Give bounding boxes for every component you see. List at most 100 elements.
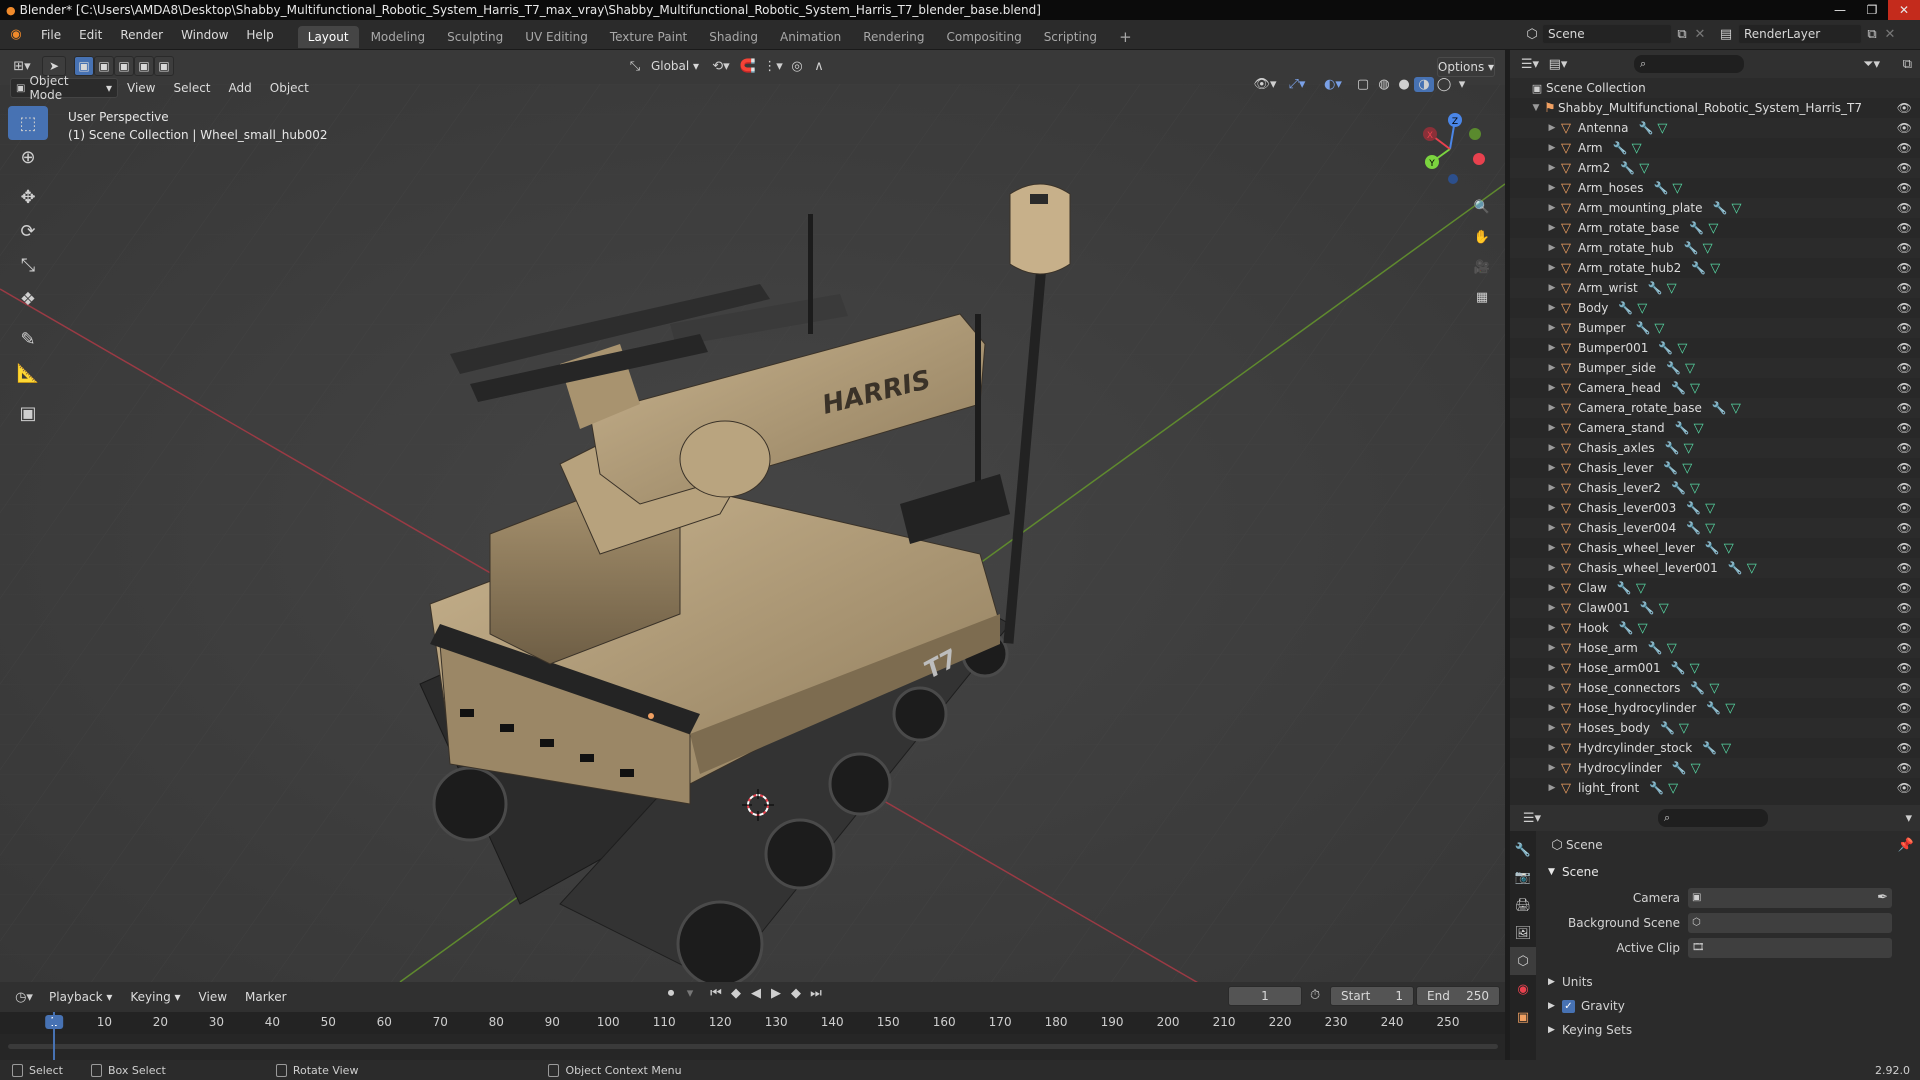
expand-right-icon[interactable]: ▶ xyxy=(1546,703,1558,713)
falloff-icon[interactable]: ∧ xyxy=(808,59,830,74)
outliner-item[interactable]: ▶ ▽ Bumper 🔧 ▽ 👁 xyxy=(1510,318,1920,338)
modifier-wrench-icon[interactable]: 🔧 xyxy=(1663,461,1678,475)
expand-right-icon[interactable]: ▶ xyxy=(1546,403,1558,413)
modifier-wrench-icon[interactable]: 🔧 xyxy=(1686,521,1701,535)
minimize-button[interactable]: — xyxy=(1824,0,1856,20)
modifier-wrench-icon[interactable]: 🔧 xyxy=(1648,641,1663,655)
shading-material-icon[interactable]: ◑ xyxy=(1414,77,1434,92)
visibility-eye-icon[interactable]: 👁 xyxy=(1897,101,1912,115)
current-frame-field[interactable]: 1 xyxy=(1228,986,1302,1006)
camera-view-icon[interactable]: 🎥 xyxy=(1468,252,1496,282)
outliner-item[interactable]: ▶ ▽ Claw 🔧 ▽ 👁 xyxy=(1510,578,1920,598)
visibility-eye-icon[interactable]: 👁 xyxy=(1897,521,1912,535)
start-frame-field[interactable]: Start 1 xyxy=(1330,986,1414,1006)
zoom-icon[interactable]: 🔍 xyxy=(1468,192,1496,222)
tab-layout[interactable]: Layout xyxy=(297,25,359,48)
mode-dropdown[interactable]: ▣ Object Mode ▾ xyxy=(10,74,118,102)
mesh-data-icon[interactable]: ▽ xyxy=(1721,741,1731,756)
mesh-data-icon[interactable]: ▽ xyxy=(1685,361,1695,376)
mesh-data-icon[interactable]: ▽ xyxy=(1705,521,1715,536)
modifier-wrench-icon[interactable]: 🔧 xyxy=(1671,661,1686,675)
visibility-eye-icon[interactable]: 👁 xyxy=(1897,241,1912,255)
select-intersect-icon[interactable]: ▣ xyxy=(134,56,154,76)
mesh-data-icon[interactable]: ▽ xyxy=(1639,161,1649,176)
modifier-wrench-icon[interactable]: 🔧 xyxy=(1671,481,1686,495)
outliner-item[interactable]: ▶ ▽ Chasis_lever003 🔧 ▽ 👁 xyxy=(1510,498,1920,518)
outliner-item[interactable]: ▶ ▽ Body 🔧 ▽ 👁 xyxy=(1510,298,1920,318)
delete-scene-icon[interactable]: ✕ xyxy=(1692,27,1708,42)
outliner-item[interactable]: ▶ ▽ Camera_head 🔧 ▽ 👁 xyxy=(1510,378,1920,398)
expand-right-icon[interactable]: ▶ xyxy=(1546,643,1558,653)
visibility-eye-icon[interactable]: 👁 xyxy=(1897,201,1912,215)
record-icon[interactable]: ⏺ xyxy=(660,986,682,1001)
outliner-item[interactable]: ▶ ▽ Hose_arm 🔧 ▽ 👁 xyxy=(1510,638,1920,658)
modifier-wrench-icon[interactable]: 🔧 xyxy=(1649,781,1664,795)
tool-tab-icon[interactable]: 🔧 xyxy=(1510,837,1536,863)
expand-right-icon[interactable]: ▶ xyxy=(1546,423,1558,433)
outliner-item[interactable]: ▶ ▽ Chasis_lever 🔧 ▽ 👁 xyxy=(1510,458,1920,478)
modifier-wrench-icon[interactable]: 🔧 xyxy=(1672,761,1687,775)
copy-scene-icon[interactable]: ⧉ xyxy=(1672,27,1692,42)
outliner-item[interactable]: ▶ ▽ light_front 🔧 ▽ 👁 xyxy=(1510,778,1920,798)
outliner-item[interactable]: ▶ ▽ Chasis_lever2 🔧 ▽ 👁 xyxy=(1510,478,1920,498)
mesh-data-icon[interactable]: ▽ xyxy=(1725,701,1735,716)
visibility-eye-icon[interactable]: 👁 xyxy=(1897,541,1912,555)
modifier-wrench-icon[interactable]: 🔧 xyxy=(1658,341,1673,355)
timeline-scrollbar[interactable] xyxy=(8,1044,1498,1049)
modifier-wrench-icon[interactable]: 🔧 xyxy=(1613,141,1628,155)
visibility-eye-icon[interactable]: 👁 xyxy=(1897,661,1912,675)
modifier-wrench-icon[interactable]: 🔧 xyxy=(1684,241,1699,255)
gravity-section[interactable]: ▶ ✓ Gravity xyxy=(1542,994,1914,1018)
outliner-item[interactable]: ▶ ▽ Camera_stand 🔧 ▽ 👁 xyxy=(1510,418,1920,438)
mesh-data-icon[interactable]: ▽ xyxy=(1667,641,1677,656)
select-invert-icon[interactable]: ▣ xyxy=(154,56,174,76)
world-tab-icon[interactable]: ◉ xyxy=(1510,975,1536,1003)
expand-right-icon[interactable]: ▶ xyxy=(1546,583,1558,593)
close-button[interactable]: ✕ xyxy=(1888,0,1920,20)
visibility-eye-icon[interactable]: 👁 xyxy=(1897,301,1912,315)
viewport-menu-object[interactable]: Object xyxy=(261,77,318,99)
pin-icon[interactable]: 📌 xyxy=(1898,838,1914,853)
mesh-data-icon[interactable]: ▽ xyxy=(1637,301,1647,316)
tab-animation[interactable]: Animation xyxy=(770,26,851,48)
visibility-eye-icon[interactable]: 👁 xyxy=(1897,461,1912,475)
transform-orientation-dropdown[interactable]: Global ▾ xyxy=(644,56,706,76)
scale-tool-icon[interactable]: ⤡ xyxy=(8,248,48,282)
expand-right-icon[interactable]: ▶ xyxy=(1546,323,1558,333)
eyedropper-icon[interactable]: ✒ xyxy=(1877,890,1888,905)
expand-right-icon[interactable]: ▶ xyxy=(1546,283,1558,293)
expand-right-icon[interactable]: ▶ xyxy=(1546,343,1558,353)
modifier-wrench-icon[interactable]: 🔧 xyxy=(1618,301,1633,315)
tab-shading[interactable]: Shading xyxy=(699,26,768,48)
expand-right-icon[interactable]: ▶ xyxy=(1546,143,1558,153)
expand-right-icon[interactable]: ▶ xyxy=(1546,523,1558,533)
mesh-data-icon[interactable]: ▽ xyxy=(1709,681,1719,696)
background-scene-field[interactable]: ⬡ xyxy=(1688,912,1892,933)
modifier-wrench-icon[interactable]: 🔧 xyxy=(1689,221,1704,235)
visibility-eye-icon[interactable]: 👁 xyxy=(1897,181,1912,195)
expand-down-icon[interactable]: ▼ xyxy=(1530,103,1542,113)
shading-rendered-icon[interactable]: ◯ xyxy=(1434,77,1454,92)
editor-type-icon[interactable]: ⊞▾ xyxy=(8,59,36,74)
outliner-item[interactable]: ▶ ▽ Arm2 🔧 ▽ 👁 xyxy=(1510,158,1920,178)
next-keyframe-icon[interactable]: ◆ xyxy=(786,986,806,1001)
scene-collection-row[interactable]: ▣ Scene Collection xyxy=(1510,78,1920,98)
mesh-data-icon[interactable]: ▽ xyxy=(1684,441,1694,456)
outliner-item[interactable]: ▶ ▽ Arm 🔧 ▽ 👁 xyxy=(1510,138,1920,158)
outliner-item[interactable]: ▶ ▽ Arm_rotate_hub2 🔧 ▽ 👁 xyxy=(1510,258,1920,278)
select-box-tool-icon[interactable]: ⬚ xyxy=(8,106,48,140)
outliner-item[interactable]: ▶ ▽ Camera_rotate_base 🔧 ▽ 👁 xyxy=(1510,398,1920,418)
xray-icon[interactable]: ▢ xyxy=(1352,77,1374,92)
menu-window[interactable]: Window xyxy=(172,20,237,50)
visibility-eye-icon[interactable]: 👁 xyxy=(1897,141,1912,155)
mesh-data-icon[interactable]: ▽ xyxy=(1668,781,1678,796)
modifier-wrench-icon[interactable]: 🔧 xyxy=(1666,361,1681,375)
expand-right-icon[interactable]: ▶ xyxy=(1546,683,1558,693)
rotate-tool-icon[interactable]: ⟳ xyxy=(8,214,48,248)
pan-hand-icon[interactable]: ✋ xyxy=(1468,222,1496,252)
mesh-data-icon[interactable]: ▽ xyxy=(1690,481,1700,496)
mesh-data-icon[interactable]: ▽ xyxy=(1682,461,1692,476)
expand-right-icon[interactable]: ▶ xyxy=(1546,203,1558,213)
outliner-item[interactable]: ▶ ▽ Hook 🔧 ▽ 👁 xyxy=(1510,618,1920,638)
modifier-wrench-icon[interactable]: 🔧 xyxy=(1653,181,1668,195)
